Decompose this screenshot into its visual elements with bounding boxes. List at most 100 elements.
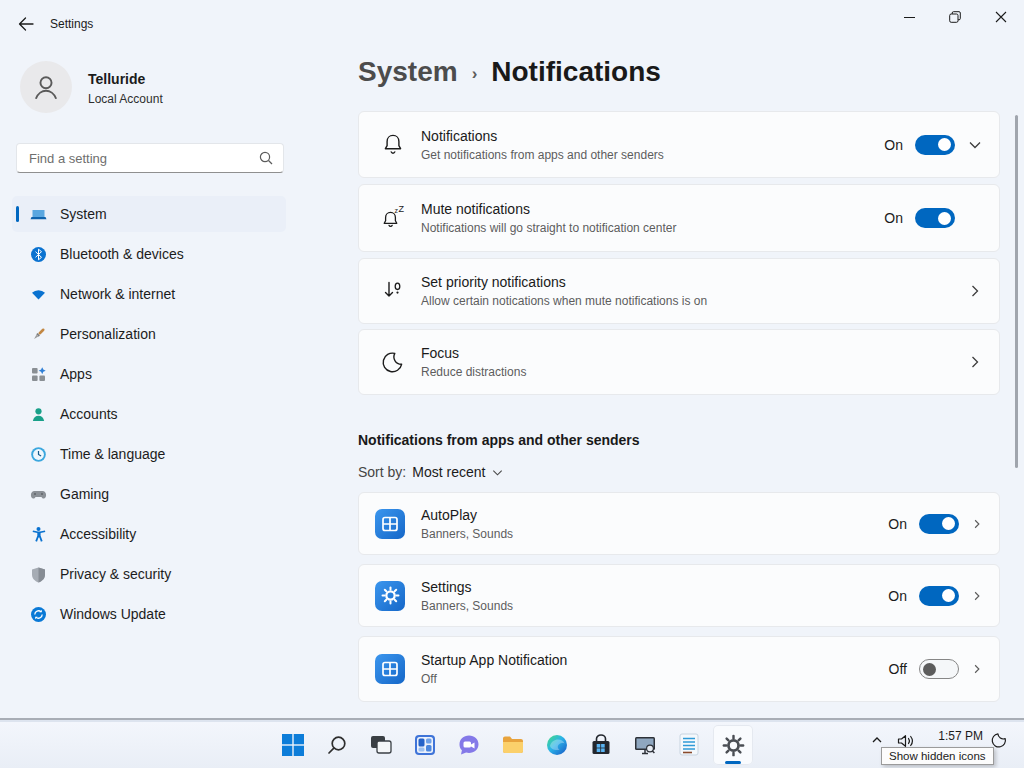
chevron-down-icon	[491, 466, 504, 479]
toggle-knob	[923, 663, 936, 676]
sidebar-item-network-internet[interactable]: Network & internet	[12, 276, 286, 312]
scrollbar[interactable]	[1015, 115, 1018, 468]
card-subtitle: Reduce distractions	[421, 365, 526, 379]
sidebar-item-bluetooth-devices[interactable]: Bluetooth & devices	[12, 236, 286, 272]
sidebar-item-apps[interactable]: Apps	[12, 356, 286, 392]
settings-toggle[interactable]	[919, 586, 959, 606]
search-icon	[259, 151, 273, 165]
taskbar-file-explorer-button[interactable]	[493, 725, 533, 765]
taskbar-settings-button[interactable]	[713, 725, 753, 765]
search-icon	[326, 734, 348, 756]
card-subtitle: Allow certain notications when mute noti…	[421, 294, 707, 308]
taskbar-widgets-button[interactable]	[405, 725, 445, 765]
breadcrumb-separator: ›	[472, 64, 478, 84]
notepad-icon	[678, 733, 700, 757]
card-app-settings[interactable]: Settings Banners, Sounds On	[358, 564, 1000, 627]
mute-notifications-toggle[interactable]	[915, 208, 955, 228]
chevron-right-icon	[967, 283, 983, 299]
chevron-right-icon	[971, 663, 983, 675]
section-header: Notifications from apps and other sender…	[358, 432, 640, 448]
app-subtitle: Off	[421, 672, 567, 686]
sidebar-item-accessibility[interactable]: Accessibility	[12, 516, 286, 552]
taskbar-search-button[interactable]	[317, 725, 357, 765]
breadcrumb: System › Notifications	[358, 56, 661, 88]
taskbar-store-button[interactable]	[581, 725, 621, 765]
card-notifications[interactable]: Notifications Get notifications from app…	[358, 111, 1000, 178]
card-app-autoplay[interactable]: AutoPlay Banners, Sounds On	[358, 492, 1000, 555]
card-mute-notifications[interactable]: zZ Mute notifications Notifications will…	[358, 184, 1000, 252]
taskbar-notepad-button[interactable]	[669, 725, 709, 765]
window-title: Settings	[50, 17, 93, 31]
breadcrumb-system[interactable]: System	[358, 56, 458, 88]
autoplay-toggle[interactable]	[919, 514, 959, 534]
sort-value: Most recent	[412, 464, 485, 480]
toggle-state-label: On	[888, 588, 907, 604]
window-controls	[886, 0, 1024, 34]
toggle-state-label: On	[884, 137, 903, 153]
sidebar-item-accounts[interactable]: Accounts	[12, 396, 286, 432]
startup-toggle[interactable]	[919, 659, 959, 679]
toggle-knob	[938, 138, 951, 151]
sort-dropdown[interactable]: Sort by: Most recent	[358, 464, 504, 480]
startup-app-icon	[375, 654, 405, 684]
sidebar-item-system[interactable]: System	[12, 196, 286, 232]
notifications-toggle[interactable]	[915, 135, 955, 155]
windows-logo-icon	[281, 733, 305, 757]
settings-window: Settings Telluride Local Account Find a …	[0, 0, 1024, 720]
tooltip-show-hidden-icons: Show hidden icons	[881, 747, 994, 765]
chat-icon	[457, 733, 481, 757]
sidebar-item-time-language[interactable]: Time & language	[12, 436, 286, 472]
minimize-button[interactable]	[886, 0, 932, 34]
windows-update-icon	[30, 606, 47, 623]
bluetooth-icon	[30, 246, 47, 263]
personalization-icon	[30, 326, 47, 343]
privacy-security-icon	[30, 566, 47, 583]
taskbar-edge-button[interactable]	[537, 725, 577, 765]
taskbar-clock[interactable]: 1:57 PM	[925, 729, 983, 743]
taskbar-remote-desktop-button[interactable]	[625, 725, 665, 765]
search-input[interactable]: Find a setting	[16, 143, 284, 173]
taskbar-task-view-button[interactable]	[361, 725, 401, 765]
app-subtitle: Banners, Sounds	[421, 599, 513, 613]
card-title: Mute notifications	[421, 201, 676, 217]
settings-app-icon	[375, 581, 405, 611]
taskbar-chat-button[interactable]	[449, 725, 489, 765]
sidebar-nav: System Bluetooth & devices Network & int…	[0, 196, 300, 636]
back-button[interactable]	[10, 9, 42, 39]
task-view-icon	[369, 733, 393, 757]
accounts-icon	[30, 406, 47, 423]
card-subtitle: Get notifications from apps and other se…	[421, 148, 664, 162]
card-app-startup[interactable]: Startup App Notification Off Off	[358, 636, 1000, 702]
sidebar-item-personalization[interactable]: Personalization	[12, 316, 286, 352]
microsoft-store-icon	[589, 733, 613, 757]
restore-button[interactable]	[932, 0, 978, 34]
card-title: Notifications	[421, 128, 664, 144]
chevron-right-icon	[971, 590, 983, 602]
app-subtitle: Banners, Sounds	[421, 527, 513, 541]
file-explorer-icon	[501, 733, 525, 757]
close-button[interactable]	[978, 0, 1024, 34]
app-name: Settings	[421, 579, 513, 595]
remote-desktop-icon	[633, 733, 657, 757]
moon-icon	[379, 349, 407, 375]
card-set-priority-notifications[interactable]: Set priority notifications Allow certain…	[358, 258, 1000, 324]
system-icon	[30, 206, 47, 223]
sidebar-item-gaming[interactable]: Gaming	[12, 476, 286, 512]
toggle-knob	[942, 589, 955, 602]
sidebar-item-privacy-security[interactable]: Privacy & security	[12, 556, 286, 592]
priority-notifications-icon	[379, 278, 407, 304]
close-icon	[995, 11, 1007, 23]
sidebar-item-windows-update[interactable]: Windows Update	[12, 596, 286, 632]
user-icon	[30, 71, 62, 103]
bell-sleep-icon: zZ	[379, 205, 407, 231]
chevron-down-icon[interactable]	[967, 137, 983, 153]
taskbar-start-button[interactable]	[273, 725, 313, 765]
gaming-icon	[30, 486, 47, 503]
user-name: Telluride	[88, 71, 145, 87]
card-focus[interactable]: Focus Reduce distractions	[358, 329, 1000, 395]
back-arrow-icon	[18, 16, 34, 32]
avatar[interactable]	[20, 61, 72, 113]
time-language-icon	[30, 446, 47, 463]
svg-text:Z: Z	[399, 205, 405, 214]
user-account-type: Local Account	[88, 92, 163, 106]
